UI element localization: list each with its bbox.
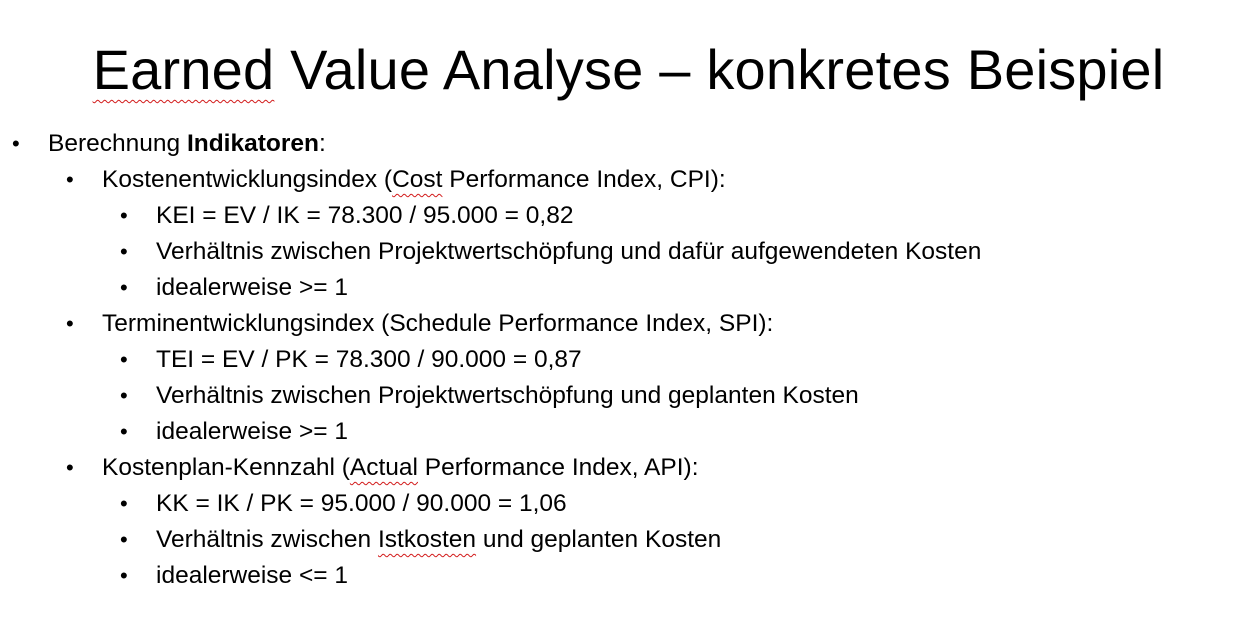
bullet-item-cpi-meaning: • Verhältnis zwischen Projektwertschöpfu… xyxy=(0,234,1257,270)
api-meaning-part2: und geplanten Kosten xyxy=(476,526,722,553)
bullet-item-cpi-ideal: • idealerweise >= 1 xyxy=(0,270,1257,306)
bullet-text: Verhältnis zwischen Projektwertschöpfung… xyxy=(156,238,982,265)
bullet-item-api-formula: • KK = IK / PK = 95.000 / 90.000 = 1,06 xyxy=(0,486,1257,522)
bullet-text: idealerweise >= 1 xyxy=(156,418,349,445)
bullet-text: KEI = EV / IK = 78.300 / 95.000 = 0,82 xyxy=(156,202,574,229)
bullet-item-cpi-heading: • Kostenentwicklungsindex (Cost Performa… xyxy=(0,162,1257,198)
bullet-dot-icon: • xyxy=(120,491,128,516)
bullet-item-api-ideal: • idealerweise <= 1 xyxy=(0,558,1257,594)
bullet-text: idealerweise <= 1 xyxy=(156,562,349,589)
bullet-dot-icon: • xyxy=(120,419,128,444)
bullet-item-api-meaning: • Verhältnis zwischen Istkosten und gepl… xyxy=(0,522,1257,558)
title-rest: Value Analyse – konkretes Beispiel xyxy=(274,38,1165,101)
bullet-item-spi-meaning: • Verhältnis zwischen Projektwertschöpfu… xyxy=(0,378,1257,414)
bullet-item-cpi-formula: • KEI = EV / IK = 78.300 / 95.000 = 0,82 xyxy=(0,198,1257,234)
bullet-item-intro: • Berechnung Indikatoren: xyxy=(0,126,1257,162)
api-heading-part1: Kostenplan-Kennzahl ( xyxy=(102,454,350,481)
bullet-dot-icon: • xyxy=(120,275,128,300)
bullet-dot-icon: • xyxy=(66,455,74,480)
intro-suffix: : xyxy=(318,130,326,157)
api-heading-spellcheck: Actual xyxy=(349,454,418,481)
api-meaning-part1: Verhältnis zwischen xyxy=(156,526,378,553)
cpi-heading-part1: Kostenentwicklungsindex ( xyxy=(102,166,393,193)
bullet-item-spi-ideal: • idealerweise >= 1 xyxy=(0,414,1257,450)
bullet-text: Verhältnis zwischen Projektwertschöpfung… xyxy=(156,382,859,409)
cpi-heading-spellcheck: Cost xyxy=(392,166,443,193)
bullet-dot-icon: • xyxy=(12,131,20,156)
api-meaning-spellcheck: Istkosten xyxy=(377,526,477,553)
bullet-dot-icon: • xyxy=(120,383,128,408)
bullet-text: idealerweise >= 1 xyxy=(156,274,349,301)
bullet-dot-icon: • xyxy=(120,203,128,228)
bullet-text: Kostenentwicklungsindex (Cost Performanc… xyxy=(102,162,726,198)
bullet-dot-icon: • xyxy=(120,527,128,552)
intro-prefix: Berechnung xyxy=(48,130,187,157)
bullet-text: Kostenplan-Kennzahl (Actual Performance … xyxy=(102,450,699,486)
bullet-dot-icon: • xyxy=(120,563,128,588)
bullet-list: • Berechnung Indikatoren: • Kostenentwic… xyxy=(0,126,1257,594)
api-heading-part2: Performance Index, API): xyxy=(417,454,699,481)
slide-title: Earned Value Analyse – konkretes Beispie… xyxy=(0,34,1257,106)
bullet-item-api-heading: • Kostenplan-Kennzahl (Actual Performanc… xyxy=(0,450,1257,486)
bullet-item-spi-heading: • Terminentwicklungsindex (Schedule Perf… xyxy=(0,306,1257,342)
bullet-dot-icon: • xyxy=(66,311,74,336)
bullet-text: Verhältnis zwischen Istkosten und geplan… xyxy=(156,522,721,558)
bullet-item-spi-formula: • TEI = EV / PK = 78.300 / 90.000 = 0,87 xyxy=(0,342,1257,378)
bullet-text: KK = IK / PK = 95.000 / 90.000 = 1,06 xyxy=(156,490,567,517)
cpi-heading-part2: Performance Index, CPI): xyxy=(442,166,726,193)
bullet-text: Terminentwicklungsindex (Schedule Perfor… xyxy=(102,310,774,337)
intro-bold: Indikatoren xyxy=(186,130,319,157)
title-word-spellcheck: Earned xyxy=(92,38,275,101)
bullet-dot-icon: • xyxy=(66,167,74,192)
bullet-dot-icon: • xyxy=(120,347,128,372)
slide: Earned Value Analyse – konkretes Beispie… xyxy=(0,0,1257,636)
bullet-text: TEI = EV / PK = 78.300 / 90.000 = 0,87 xyxy=(156,346,582,373)
bullet-text: Berechnung Indikatoren: xyxy=(48,126,326,162)
bullet-dot-icon: • xyxy=(120,239,128,264)
